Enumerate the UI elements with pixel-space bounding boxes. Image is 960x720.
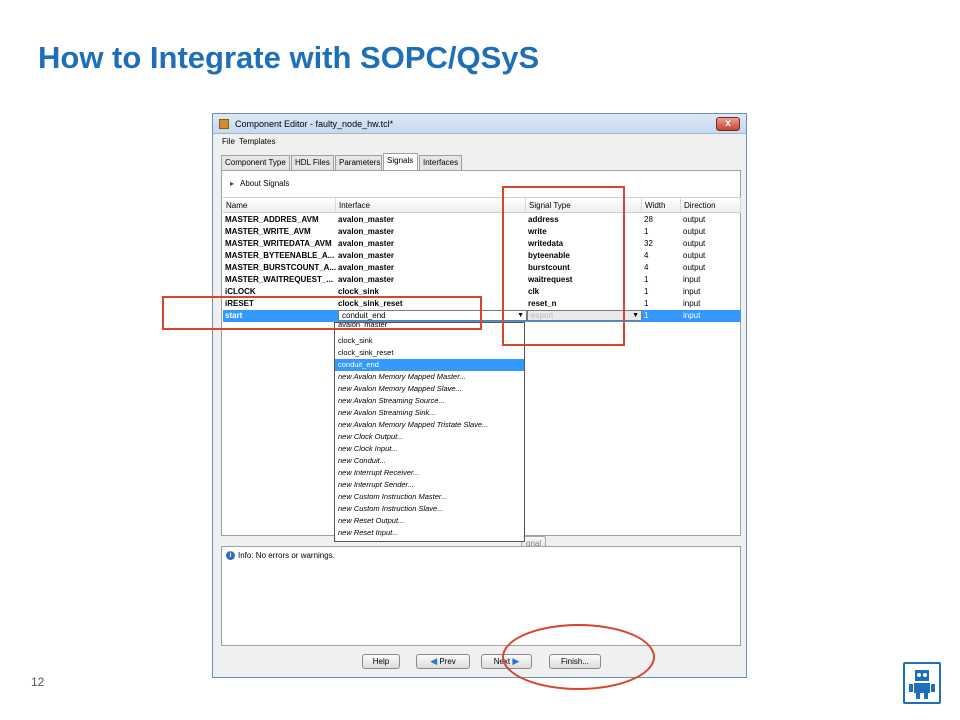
cell-interface: avalon_master	[338, 251, 395, 260]
table-header: Name Interface Signal Type Width Directi…	[223, 197, 741, 213]
cell-name: MASTER_ADDRES_AVM	[225, 215, 319, 224]
about-signals-label: About Signals	[240, 179, 290, 188]
help-button[interactable]: Help	[362, 654, 400, 669]
dropdown-option[interactable]: new Custom Instruction Slave...	[335, 503, 524, 515]
cell-name: MASTER_BYTEENABLE_A...	[225, 251, 335, 260]
prev-button-label: Prev	[439, 657, 456, 666]
robot-logo-icon	[903, 662, 941, 704]
table-row[interactable]: MASTER_BURSTCOUNT_A... avalon_master bur…	[223, 262, 741, 274]
cell-direction: output	[683, 251, 706, 260]
interface-dropdown-list: avalon_master clock_sink clock_sink_rese…	[334, 322, 525, 542]
cell-direction: output	[683, 227, 706, 236]
cell-direction: output	[683, 215, 706, 224]
tab-parameters[interactable]: Parameters	[335, 155, 382, 170]
cell-direction: output	[683, 263, 706, 272]
prev-button[interactable]: ◀ Prev	[416, 654, 470, 669]
dropdown-option[interactable]: new Interrupt Sender...	[335, 479, 524, 491]
dropdown-arrow-icon[interactable]: ▼	[632, 311, 639, 320]
dropdown-option[interactable]: new Reset Output...	[335, 515, 524, 527]
table-row[interactable]: MASTER_BYTEENABLE_A... avalon_master byt…	[223, 250, 741, 262]
dropdown-option[interactable]: new Interrupt Receiver...	[335, 467, 524, 479]
column-header-width[interactable]: Width	[642, 198, 681, 213]
cell-width: 4	[644, 263, 649, 272]
menu-templates[interactable]: Templates	[239, 137, 275, 146]
table-row[interactable]: MASTER_ADDRES_AVM avalon_master address …	[223, 214, 741, 226]
info-message: Info: No errors or warnings.	[238, 551, 335, 560]
expand-arrow-icon: ▸	[230, 179, 235, 188]
cell-direction: input	[683, 299, 701, 308]
dropdown-option[interactable]: new Avalon Memory Mapped Slave...	[335, 383, 524, 395]
cell-name: MASTER_WRITE_AVM	[225, 227, 311, 236]
dropdown-option[interactable]: new Avalon Memory Mapped Master...	[335, 371, 524, 383]
table-row[interactable]: MASTER_WRITEDATA_AVM avalon_master write…	[223, 238, 741, 250]
dropdown-option[interactable]: new Clock Input...	[335, 443, 524, 455]
cell-direction: input	[683, 287, 701, 296]
column-header-interface[interactable]: Interface	[336, 198, 526, 213]
cell-interface: avalon_master	[338, 227, 395, 236]
finish-callout-ellipse	[502, 624, 655, 690]
cell-width: 4	[644, 251, 649, 260]
signal-type-callout-box	[502, 186, 625, 346]
cell-name: MASTER_WRITEDATA_AVM	[225, 239, 332, 248]
cell-interface: avalon_master	[338, 239, 395, 248]
cell-direction: output	[683, 239, 706, 248]
cell-width: 32	[644, 239, 653, 248]
window-titlebar[interactable]: Component Editor - faulty_node_hw.tcl* x	[213, 114, 746, 134]
slide-number: 12	[31, 675, 45, 689]
column-header-direction[interactable]: Direction	[681, 198, 741, 213]
dropdown-option[interactable]: new Conduit...	[335, 455, 524, 467]
about-signals-toggle[interactable]: ▸ About Signals	[230, 179, 289, 188]
menu-file[interactable]: File	[222, 137, 235, 146]
cell-direction: input	[683, 311, 701, 320]
cell-width: 1	[644, 299, 649, 308]
dropdown-option[interactable]: new Reset Input...	[335, 527, 524, 539]
tab-signals[interactable]: Signals	[383, 153, 418, 170]
cell-direction: input	[683, 275, 701, 284]
dropdown-option[interactable]: new Avalon Memory Mapped Tristate Slave.…	[335, 419, 524, 431]
start-row-callout-box	[162, 296, 482, 330]
dropdown-option[interactable]: new Custom Instruction Master...	[335, 491, 524, 503]
cell-width: 1	[644, 311, 649, 320]
cell-width: 1	[644, 275, 649, 284]
close-button[interactable]: x	[716, 117, 740, 131]
app-icon	[219, 119, 229, 129]
dropdown-option[interactable]: clock_sink_reset	[335, 347, 524, 359]
tab-interfaces[interactable]: Interfaces	[419, 155, 462, 170]
tab-bar: Component Type HDL Files Parameters Sign…	[221, 153, 741, 170]
dropdown-option[interactable]: new Avalon Streaming Sink...	[335, 407, 524, 419]
cell-interface: avalon_master	[338, 263, 395, 272]
info-icon: i	[226, 551, 235, 560]
tab-hdl-files[interactable]: HDL Files	[291, 155, 334, 170]
cell-interface: avalon_master	[338, 215, 395, 224]
cell-name: MASTER_WAITREQUEST_...	[225, 275, 334, 284]
message-panel: i Info: No errors or warnings.	[221, 546, 741, 646]
dropdown-option[interactable]: clock_sink	[335, 335, 524, 347]
cell-width: 1	[644, 287, 649, 296]
dropdown-option[interactable]: new Clock Output...	[335, 431, 524, 443]
column-header-name[interactable]: Name	[223, 198, 336, 213]
dropdown-option-highlighted[interactable]: conduit_end	[335, 359, 524, 371]
cell-interface: avalon_master	[338, 275, 395, 284]
window-title: Component Editor - faulty_node_hw.tcl*	[235, 119, 394, 129]
table-row[interactable]: MASTER_WAITREQUEST_... avalon_master wai…	[223, 274, 741, 286]
cell-width: 28	[644, 215, 653, 224]
cell-width: 1	[644, 227, 649, 236]
tab-component-type[interactable]: Component Type	[221, 155, 290, 170]
slide-title: How to Integrate with SOPC/QSyS	[38, 40, 540, 75]
cell-name: MASTER_BURSTCOUNT_A...	[225, 263, 336, 272]
dropdown-option[interactable]: new Avalon Streaming Source...	[335, 395, 524, 407]
table-row[interactable]: MASTER_WRITE_AVM avalon_master write 1 o…	[223, 226, 741, 238]
menubar: File Templates	[213, 135, 746, 149]
arrow-left-icon: ◀	[430, 656, 438, 666]
